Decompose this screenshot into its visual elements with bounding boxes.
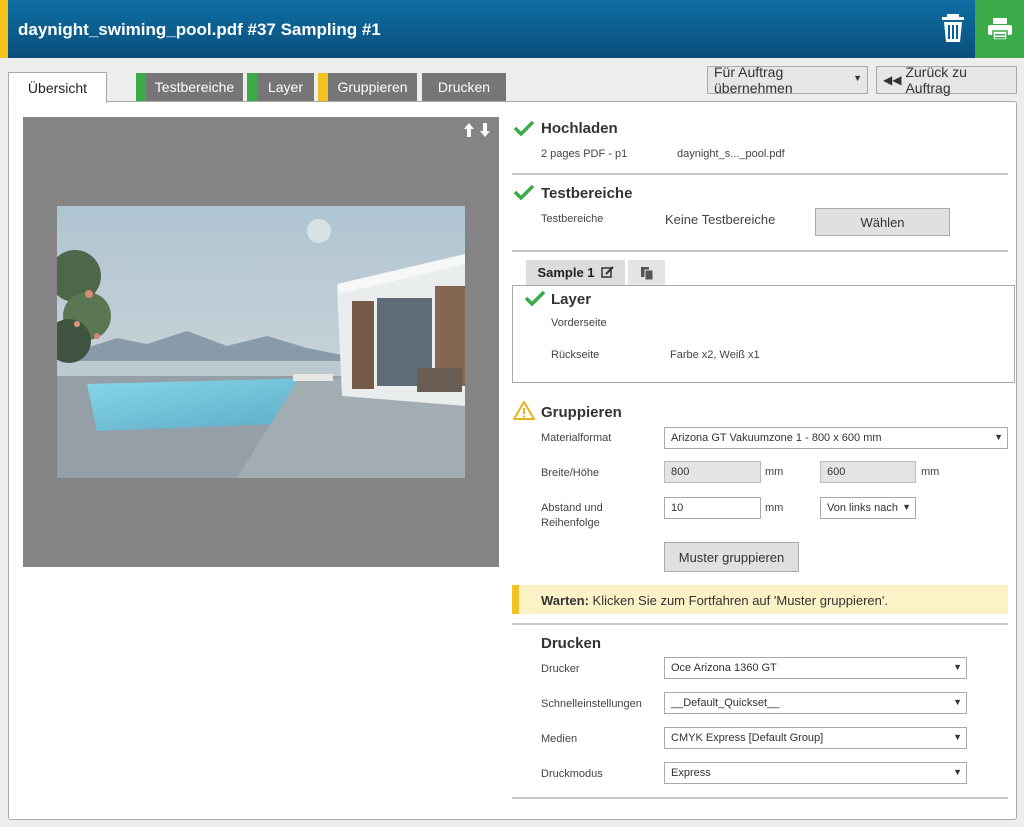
page-title: daynight_swiming_pool.pdf #37 Sampling #… [18, 20, 381, 39]
check-icon [514, 184, 534, 200]
warning-icon [513, 401, 535, 420]
quickset-select[interactable]: __Default_Quickset__ [664, 692, 967, 714]
material-select[interactable]: Arizona GT Vakuumzone 1 - 800 x 600 mm [664, 427, 1008, 449]
double-left-arrow-icon: ◀◀ [883, 73, 902, 87]
group-samples-button[interactable]: Muster gruppieren [664, 542, 799, 572]
tab-drucken[interactable]: Drucken [422, 73, 506, 101]
mode-select[interactable]: Express [664, 762, 967, 784]
tab-label: Gruppieren [337, 79, 408, 95]
tab-label: Drucken [437, 79, 491, 95]
spacing-label-line1: Abstand und [541, 502, 603, 514]
layer-title: Layer [551, 291, 592, 308]
printer-icon [987, 18, 1012, 41]
divider [512, 797, 1008, 799]
tab-sample-1[interactable]: Sample 1 [526, 260, 625, 285]
take-over-dropdown[interactable]: Für Auftrag übernehmen ▼ [707, 64, 868, 96]
back-label: Zurück zu Auftrag [905, 64, 967, 96]
size-label: Breite/Höhe [541, 467, 600, 479]
check-icon [525, 290, 545, 306]
tab-testbereiche[interactable]: Testbereiche [136, 73, 243, 101]
caret-down-icon: ▼ [853, 73, 862, 83]
divider [512, 250, 1008, 252]
testareas-value: Keine Testbereiche [665, 212, 776, 227]
warning-message: Klicken Sie zum Fortfahren auf 'Muster g… [592, 593, 888, 608]
height-unit: mm [921, 466, 940, 478]
spacing-field[interactable]: 10 [664, 497, 761, 519]
height-field[interactable]: 600 [820, 461, 916, 483]
back-value: Farbe x2, Weiß x1 [670, 349, 760, 361]
copy-sample-button[interactable] [628, 260, 665, 285]
spacing-label-line2: Reihenfolge [541, 517, 600, 529]
material-label: Materialformat [541, 432, 612, 444]
printer-label: Drucker [541, 663, 580, 675]
width-unit: mm [765, 466, 784, 478]
title-accent [0, 0, 8, 58]
upload-title: Hochladen [541, 120, 618, 137]
back-label: Rückseite [551, 349, 600, 361]
back-to-job-button[interactable]: ◀◀ Zurück zu Auftrag [876, 64, 1017, 96]
spacing-unit: mm [765, 502, 784, 514]
sample-tab-label: Sample 1 [537, 265, 595, 280]
print-title: Drucken [541, 635, 602, 652]
check-icon [514, 120, 534, 136]
printer-select[interactable]: Oce Arizona 1360 GT [664, 657, 967, 679]
tab-label: Layer [267, 79, 304, 95]
tab-layer[interactable]: Layer [247, 73, 314, 101]
warning-strong: Warten: [541, 593, 589, 608]
warning-banner: Warten: Klicken Sie zum Fortfahren auf '… [512, 585, 1008, 614]
tab-gruppieren[interactable]: Gruppieren [318, 73, 417, 101]
status-marker-ok [136, 73, 146, 101]
media-select[interactable]: CMYK Express [Default Group] [664, 727, 967, 749]
quickset-label: Schnelleinstellungen [541, 698, 642, 710]
mode-label: Druckmodus [541, 768, 603, 780]
warning-bar [512, 585, 519, 614]
divider [512, 623, 1008, 625]
choose-button[interactable]: Wählen [815, 208, 950, 236]
status-marker-ok [247, 73, 257, 101]
status-marker-warning [318, 73, 328, 101]
testareas-label: Testbereiche [541, 213, 604, 225]
page-preview [23, 117, 499, 567]
tab-label: Übersicht [27, 80, 88, 96]
trash-icon[interactable] [938, 12, 968, 44]
upload-filename: daynight_s..._pool.pdf [677, 148, 785, 160]
divider [512, 173, 1008, 175]
warning-text: Warten: Klicken Sie zum Fortfahren auf '… [541, 593, 888, 608]
group-title: Gruppieren [541, 404, 622, 421]
testareas-title: Testbereiche [541, 185, 633, 202]
tab-uebersicht[interactable]: Übersicht [8, 72, 107, 103]
upload-pages: 2 pages PDF - p1 [541, 148, 628, 160]
front-label: Vorderseite [551, 317, 607, 329]
edit-icon[interactable] [600, 266, 614, 279]
width-field[interactable]: 800 [664, 461, 761, 483]
order-select[interactable]: Von links nach [820, 497, 916, 519]
page-arrows-icon[interactable] [463, 123, 491, 141]
tab-label: Testbereiche [154, 79, 235, 95]
title-bar: daynight_swiming_pool.pdf #37 Sampling #… [0, 0, 1024, 58]
media-label: Medien [541, 733, 578, 745]
copy-icon [640, 266, 653, 280]
take-over-label: Für Auftrag übernehmen [714, 64, 793, 96]
print-button[interactable] [975, 0, 1024, 58]
pool-image [57, 206, 465, 478]
